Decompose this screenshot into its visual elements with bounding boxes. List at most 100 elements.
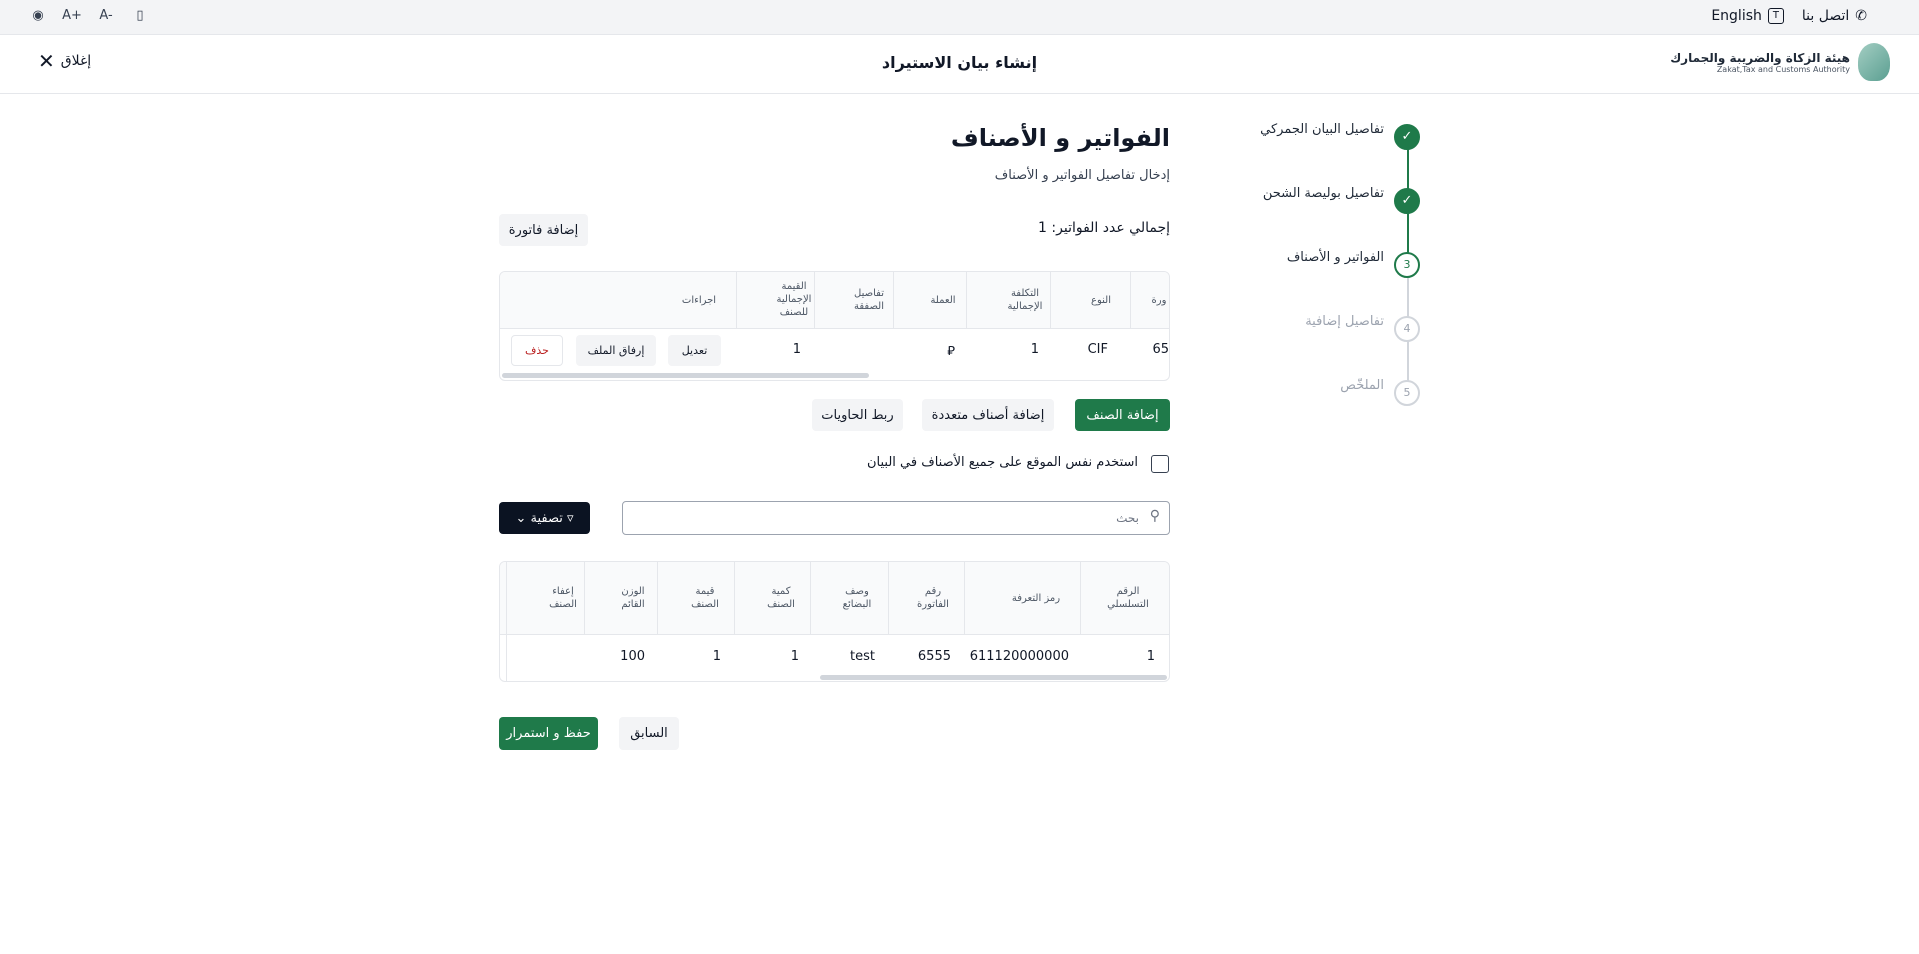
attach-file-button[interactable]: إرفاق الملف xyxy=(576,335,656,366)
col-actions: اجراءات xyxy=(681,295,717,306)
filter-button[interactable]: ▿ تصفية ⌄ xyxy=(499,502,590,534)
column-divider xyxy=(964,562,965,635)
font-increase-button[interactable]: A+ xyxy=(62,8,82,23)
language-label: English xyxy=(1711,8,1762,24)
column-divider xyxy=(506,562,507,681)
language-switch[interactable]: T English xyxy=(1711,8,1784,24)
item-value-cell: 1 xyxy=(712,649,721,664)
invoice-cell: 65 xyxy=(1152,342,1169,357)
close-label: إغلاق xyxy=(60,53,92,69)
palette-icon[interactable]: ◉ xyxy=(28,8,48,23)
check-icon: ✓ xyxy=(1394,188,1420,214)
col-serial: الرقم التسلسلي xyxy=(1107,586,1149,610)
column-divider xyxy=(966,272,967,329)
step-label: تفاصيل البيان الجمركي xyxy=(1260,122,1384,137)
column-divider xyxy=(736,272,737,329)
add-item-button[interactable]: إضافة الصنف xyxy=(1075,399,1170,431)
step-number: 4 xyxy=(1394,316,1420,342)
step-bill-of-lading[interactable]: ✓ تفاصيل بوليصة الشحن xyxy=(1230,186,1430,214)
total-value-cell: 1 xyxy=(792,342,801,357)
contact-link[interactable]: ✆ اتصل بنا xyxy=(1802,8,1867,24)
link-containers-button[interactable]: ربط الحاويات xyxy=(812,399,903,431)
close-button[interactable]: إغلاق ✕ xyxy=(38,49,92,73)
step-label: تفاصيل بوليصة الشحن xyxy=(1262,186,1384,201)
col-type: النوع xyxy=(1091,295,1111,306)
previous-button[interactable]: السابق xyxy=(619,717,679,750)
contact-label: اتصل بنا xyxy=(1801,8,1850,24)
search-placeholder: بحث xyxy=(1116,511,1139,525)
step-invoices-items[interactable]: 3 الفواتير و الأصناف xyxy=(1230,250,1430,278)
accessibility-tools: ◉ A+ A- ▯ xyxy=(28,8,150,23)
column-divider xyxy=(893,272,894,329)
delete-invoice-button[interactable]: حذف xyxy=(511,335,563,366)
serial-cell: 1 xyxy=(1146,649,1155,664)
utility-bar: ◉ A+ A- ▯ ✆ اتصل بنا T English xyxy=(0,0,1919,35)
type-cell: CIF xyxy=(1087,342,1108,357)
col-goods-desc: وصف البضائع xyxy=(842,586,872,610)
search-icon: ⚲ xyxy=(1149,508,1160,524)
items-table: الرقم التسلسلي رمز التعرفة رقم الفاتورة … xyxy=(499,561,1170,682)
translate-icon: T xyxy=(1767,8,1784,24)
item-qty-cell: 1 xyxy=(790,649,799,664)
edit-invoice-button[interactable]: تعديل xyxy=(668,335,721,366)
items-table-header: الرقم التسلسلي رمز التعرفة رقم الفاتورة … xyxy=(500,562,1169,635)
column-divider xyxy=(888,562,889,635)
col-total-cost: التكلفة الإجمالية xyxy=(1007,288,1043,312)
total-invoices: إجمالي عدد الفواتير: 1 xyxy=(1038,220,1170,236)
col-deal-details: تفاصيل الصفقة xyxy=(854,288,884,312)
add-invoice-button[interactable]: إضافة فاتورة xyxy=(499,214,588,246)
col-item-value: قيمة الصنف xyxy=(691,586,719,610)
column-divider xyxy=(814,272,815,329)
col-invoice-no: رقم الفاتورة xyxy=(917,586,949,610)
check-icon: ✓ xyxy=(1394,124,1420,150)
col-currency: العملة xyxy=(930,295,956,306)
progress-stepper: ✓ تفاصيل البيان الجمركي ✓ تفاصيل بوليصة … xyxy=(1260,122,1430,414)
close-icon: ✕ xyxy=(38,49,55,73)
step-summary[interactable]: 5 الملخّص xyxy=(1230,378,1430,406)
step-label: الفواتير و الأصناف xyxy=(1286,250,1384,265)
total-cost-cell: 1 xyxy=(1030,342,1039,357)
tariff-cell: 611120000000 xyxy=(969,649,1069,664)
step-number: 3 xyxy=(1394,252,1420,278)
column-divider xyxy=(657,562,658,635)
phone-icon: ✆ xyxy=(1855,8,1867,24)
column-divider xyxy=(810,562,811,635)
font-decrease-button[interactable]: A- xyxy=(96,8,116,23)
save-continue-button[interactable]: حفظ و استمرار xyxy=(499,717,598,750)
column-divider xyxy=(584,562,585,635)
section-title: الفواتير و الأصناف xyxy=(950,124,1170,152)
col-total-value: القيمة الإجمالية للصنف xyxy=(776,281,812,318)
same-location-checkbox[interactable] xyxy=(1151,455,1169,473)
goods-desc-cell: test xyxy=(850,649,875,664)
horizontal-scrollbar[interactable] xyxy=(502,373,869,378)
step-label: الملخّص xyxy=(1340,378,1384,393)
horizontal-scrollbar[interactable] xyxy=(820,675,1167,680)
mobile-icon[interactable]: ▯ xyxy=(130,8,150,23)
search-input[interactable]: بحث ⚲ xyxy=(622,501,1170,535)
col-invoice: ورة xyxy=(1151,295,1167,306)
step-number: 5 xyxy=(1394,380,1420,406)
col-tariff: رمز التعرفة xyxy=(1011,593,1061,604)
col-exemption: إعفاء الصنف xyxy=(549,586,577,610)
col-gross-weight: الوزن القائم xyxy=(621,586,645,610)
invoice-no-cell: 6555 xyxy=(917,649,951,664)
page-header: هيئة الزكاة والضريبة والجمارك Zakat,Tax … xyxy=(0,35,1919,94)
column-divider xyxy=(1080,562,1081,635)
invoice-table: ورة النوع التكلفة الإجمالية العملة تفاصي… xyxy=(499,271,1170,381)
page-title: إنشاء بيان الاستيراد xyxy=(881,53,1038,72)
top-links: ✆ اتصل بنا T English xyxy=(1711,8,1867,24)
step-additional-details[interactable]: 4 تفاصيل إضافية xyxy=(1230,314,1430,342)
column-divider xyxy=(1130,272,1131,329)
same-location-label: استخدم نفس الموقع على جميع الأصناف في ال… xyxy=(866,455,1138,470)
filter-icon: ▿ xyxy=(567,510,574,526)
col-item-qty: كمية الصنف xyxy=(767,586,795,610)
chevron-down-icon: ⌄ xyxy=(515,510,527,526)
filter-label: تصفية xyxy=(530,510,563,526)
step-customs-details[interactable]: ✓ تفاصيل البيان الجمركي xyxy=(1230,122,1430,150)
section-subtitle: إدخال تفاصيل الفواتير و الأصناف xyxy=(994,168,1170,183)
column-divider xyxy=(1050,272,1051,329)
invoice-table-header: ورة النوع التكلفة الإجمالية العملة تفاصي… xyxy=(500,272,1169,329)
step-label: تفاصيل إضافية xyxy=(1305,314,1384,329)
currency-cell: ⃁ xyxy=(947,344,955,359)
add-multiple-items-button[interactable]: إضافة أصناف متعددة xyxy=(922,399,1054,431)
